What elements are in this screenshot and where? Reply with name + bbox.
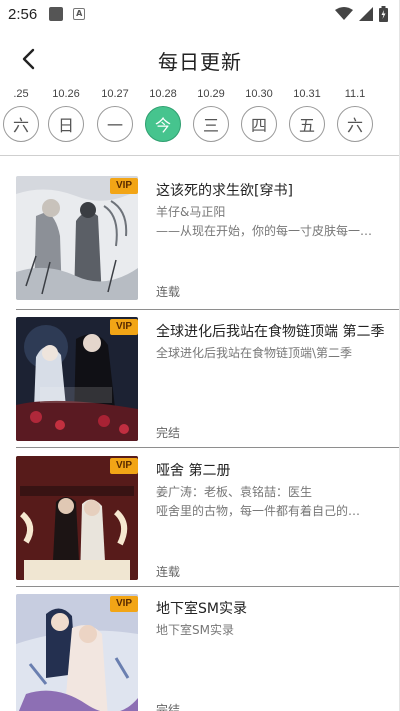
vip-badge: VIP — [110, 178, 138, 194]
cover-image[interactable]: VIP — [16, 456, 138, 580]
day-circle: 三 — [193, 106, 229, 142]
divider — [16, 586, 400, 587]
item-title: 全球进化后我站在食物链顶端 第二季 — [156, 324, 385, 340]
item-title: 哑舍 第二册 — [156, 463, 231, 479]
notification-icon — [49, 7, 64, 21]
day-date: 10.29 — [197, 88, 225, 100]
day-date: 10.30 — [245, 88, 273, 100]
day-date: .25 — [13, 88, 29, 100]
wifi-icon — [335, 7, 353, 20]
status-time: 2:56 — [8, 5, 38, 23]
app-notification-icon: A — [73, 8, 86, 20]
divider — [16, 447, 400, 448]
day-circle: 五 — [289, 106, 325, 142]
status-bar: 2:56 A — [0, 0, 400, 28]
item-info: 全球进化后我站在食物链顶端 第二季 全球进化后我站在食物链顶端\第二季 完结 — [156, 321, 388, 441]
page-title: 每日更新 — [158, 50, 242, 74]
day-circle: 一 — [97, 106, 133, 142]
header: 每日更新 — [0, 36, 400, 80]
day-date: 10.26 — [52, 88, 80, 100]
day-tab-6[interactable]: 10.31 五 — [288, 86, 326, 142]
day-date: 10.28 — [149, 88, 177, 100]
day-date: 10.31 — [293, 88, 321, 100]
divider — [16, 309, 400, 310]
cover-art — [16, 176, 138, 300]
item-status: 完结 — [156, 426, 181, 440]
item-description: ——从现在开始，你的每一寸皮肤每一… — [156, 224, 373, 238]
item-info: 这该死的求生欲[穿书] 羊仔&马正阳 ——从现在开始，你的每一寸皮肤每一… 连载 — [156, 180, 388, 300]
day-tab-2[interactable]: 10.27 一 — [96, 86, 134, 142]
item-info: 哑舍 第二册 姜广涛：老板、袁铭喆：医生 哑舍里的古物，每一件都有着自己的… 连… — [156, 460, 388, 580]
day-circle: 四 — [241, 106, 277, 142]
cover-image[interactable]: VIP — [16, 176, 138, 300]
day-circle: 六 — [3, 106, 39, 142]
item-description: 全球进化后我站在食物链顶端\第二季 — [156, 346, 353, 360]
item-authors: 羊仔&马正阳 — [156, 205, 226, 219]
item-description: 哑舍里的古物，每一件都有着自己的… — [156, 504, 361, 518]
vip-badge: VIP — [110, 458, 138, 474]
day-tab-5[interactable]: 10.30 四 — [240, 86, 278, 142]
day-tab-0[interactable]: .25 六 — [2, 86, 40, 142]
signal-icon — [359, 7, 373, 21]
date-strip: .25 六 10.26 日 10.27 一 10.28 今 10.29 三 10… — [0, 86, 400, 150]
list-item[interactable]: VIP 哑舍 第二册 姜广涛：老板、袁铭喆：医生 哑舍里的古物，每一件都有着自己… — [0, 456, 400, 582]
vip-badge: VIP — [110, 319, 138, 335]
day-tab-7[interactable]: 11.1 六 — [336, 86, 374, 142]
item-info: 地下室SM实录 地下室SM实录 完结 — [156, 598, 388, 711]
cover-art — [16, 456, 138, 580]
day-circle: 今 — [145, 106, 181, 142]
item-title: 这该死的求生欲[穿书] — [156, 183, 293, 199]
cover-art — [16, 317, 138, 441]
item-authors: 姜广涛：老板、袁铭喆：医生 — [156, 485, 313, 499]
day-tab-4[interactable]: 10.29 三 — [192, 86, 230, 142]
list-item[interactable]: VIP 全球进化后我站在食物链顶端 第二季 全球进化后我站在食物链顶端\第二季 … — [0, 317, 400, 443]
item-description: 地下室SM实录 — [156, 623, 234, 637]
day-circle: 日 — [48, 106, 84, 142]
item-title: 地下室SM实录 — [156, 601, 247, 617]
battery-icon — [379, 6, 388, 22]
cover-image[interactable]: VIP — [16, 594, 138, 711]
divider — [0, 155, 400, 156]
cover-image[interactable]: VIP — [16, 317, 138, 441]
day-tab-today[interactable]: 10.28 今 — [144, 86, 182, 142]
day-tab-1[interactable]: 10.26 日 — [47, 86, 85, 142]
item-status: 连载 — [156, 565, 181, 579]
day-date: 10.27 — [101, 88, 129, 100]
item-status: 完结 — [156, 703, 181, 711]
item-status: 连载 — [156, 285, 181, 299]
list-item[interactable]: VIP 这该死的求生欲[穿书] 羊仔&马正阳 ——从现在开始，你的每一寸皮肤每一… — [0, 176, 400, 302]
day-circle: 六 — [337, 106, 373, 142]
day-date: 11.1 — [344, 88, 366, 100]
list-item[interactable]: VIP 地下室SM实录 地下室SM实录 完结 — [0, 594, 400, 711]
vip-badge: VIP — [110, 596, 138, 612]
